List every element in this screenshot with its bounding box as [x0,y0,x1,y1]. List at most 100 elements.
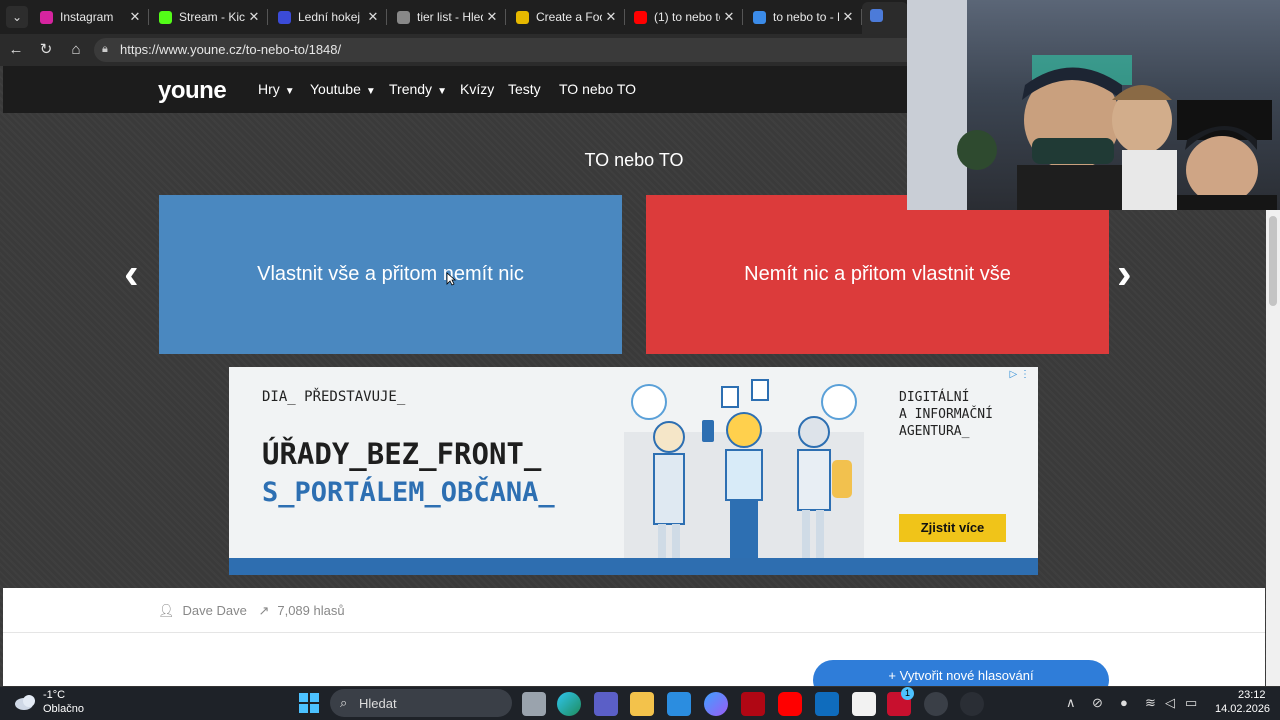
edge-browser-icon[interactable] [557,692,581,716]
tab-title: Lední hokej mu [298,10,364,24]
chevron-down-icon: ▼ [437,86,447,97]
clock-time[interactable]: 23:12 [1238,689,1266,701]
address-bar[interactable]: 🔒︎ https://www.youne.cz/to-nebo-to/1848/ [94,38,924,62]
ad-cta-button[interactable]: Zjistit více [899,514,1006,542]
tab-favicon-icon [278,11,291,24]
tab-separator [386,9,387,25]
ad-subheadline: S_PORTÁLEM_OBČANA_ [262,477,555,508]
browser-tab[interactable]: Instagram ✕ [32,4,146,30]
nav-item-hry[interactable]: Hry ▼ [258,81,295,97]
reload-icon[interactable]: ↻ [35,39,57,61]
next-arrow-icon[interactable]: › [1117,252,1132,296]
user-icon: 👤︎ [158,603,175,618]
windows-taskbar: -1°C Oblačno ⌕ Hledat 1 ∧ ⊘ ● ≋ ◁ ▭ 23:1… [0,686,1280,720]
taskbar-search-box[interactable]: ⌕ Hledat [330,689,512,717]
browser-tab[interactable]: to nebo to - Hle✕ [745,4,859,30]
ad-illustration [624,379,864,572]
battery-icon[interactable]: ▭ [1185,695,1197,711]
ad-bottom-stripe [229,558,1038,575]
back-icon[interactable]: ← [5,39,27,61]
nav-item-to-nebo-to[interactable]: TO nebo TO [559,81,636,97]
wifi-icon[interactable]: ≋ [1145,695,1156,711]
tab-favicon-icon [40,11,53,24]
home-icon[interactable]: ⌂ [65,39,87,61]
close-tab-icon[interactable]: ✕ [722,4,736,30]
ad-choices-icon[interactable]: ▷ ⋮ [1010,369,1030,380]
nav-item-kvizy[interactable]: Kvízy [460,81,494,97]
browser-tab[interactable]: To n [862,2,908,34]
livesport-icon[interactable]: 1 [887,687,914,716]
close-tab-icon[interactable]: ✕ [485,4,499,30]
volume-icon[interactable]: ◁ [1165,695,1175,711]
task-view-icon[interactable] [522,692,546,716]
clock-date[interactable]: 14.02.2026 [1215,703,1270,715]
nav-item-trendy[interactable]: Trendy ▼ [389,81,447,97]
mouse-cursor-icon [446,272,456,286]
chevron-up-icon[interactable]: ∧ [1066,695,1076,711]
address-url[interactable]: https://www.youne.cz/to-nebo-to/1848/ [120,42,341,57]
microphone-icon[interactable]: ● [1120,695,1128,710]
close-tab-icon[interactable]: ✕ [604,4,618,30]
tab-title: tier list - Hledat [417,10,483,24]
tab-favicon-icon [159,11,172,24]
option-right-label: Nemít nic a přitom vlastnit vše [744,263,1011,285]
nav-item-youtube[interactable]: Youtube ▼ [310,81,376,97]
webcam-video [907,0,1277,210]
weather-temperature[interactable]: -1°C [43,689,65,701]
tab-favicon-icon [516,11,529,24]
close-tab-icon[interactable]: ✕ [366,4,380,30]
scrollbar-thumb[interactable] [1269,216,1277,306]
file-explorer-icon[interactable] [630,692,654,716]
trending-icon: ↗ [258,603,270,618]
tab-separator [624,9,625,25]
cloud-icon[interactable] [14,693,38,711]
outlook-icon[interactable] [815,692,839,716]
option-right-button[interactable]: Nemít nic a přitom vlastnit vše [646,195,1109,354]
nav-item-testy[interactable]: Testy [508,81,541,97]
copilot-icon[interactable] [704,692,728,716]
wikipedia-icon[interactable] [852,692,876,716]
tab-separator [267,9,268,25]
browser-tab[interactable]: Stream - Kick D✕ [151,4,265,30]
poll-author[interactable]: Dave Dave [183,603,247,618]
microsoft-store-icon[interactable] [667,692,691,716]
browser-tab[interactable]: tier list - Hledat✕ [389,4,503,30]
tab-title: Stream - Kick D [179,10,245,24]
tab-separator [148,9,149,25]
close-tab-icon[interactable]: ✕ [247,4,261,30]
browser-tab[interactable]: Lední hokej mu✕ [270,4,384,30]
start-windows-icon[interactable] [298,692,320,714]
weather-description[interactable]: Oblačno [43,703,84,715]
poll-info-section: 👤︎ Dave Dave ↗ 7,089 hlasů + Vytvořit nové… [3,588,1265,686]
tab-title: Create a Footba [536,10,602,24]
advertisement-banner[interactable]: DIA_ PŘEDSTAVUJE_ ÚŘADY_BEZ_FRONT_ S_POR… [229,367,1038,575]
chevron-down-icon: ▼ [365,86,376,97]
app-icon[interactable] [960,692,984,716]
plus-icon: + [888,668,900,683]
poll-meta: 👤︎ Dave Dave ↗ 7,089 hlasů [158,603,353,619]
previous-arrow-icon[interactable]: ‹ [124,252,139,296]
youtube-icon[interactable] [778,692,802,716]
obs-icon[interactable] [924,692,948,716]
tab-favicon-icon [870,9,883,22]
site-logo[interactable]: youne [158,77,227,105]
tab-actions-menu-button[interactable]: ⌄ [6,6,28,28]
webcam-overlay [907,0,1280,210]
browser-tab[interactable]: Create a Footba✕ [508,4,622,30]
search-icon: ⌕ [340,695,348,710]
option-left-button[interactable]: Vlastnit vše a přitom nemít nic [159,195,622,354]
tab-favicon-icon [753,11,766,24]
chevron-down-icon: ▼ [284,86,295,97]
teams-icon[interactable] [594,692,618,716]
lock-icon: 🔒︎ [102,43,108,55]
tab-title: (1) to nebo to - [654,10,720,24]
poll-votes: 7,089 hlasů [277,603,345,618]
close-tab-icon[interactable]: ✕ [128,4,142,30]
ad-agency-name: DIGITÁLNÍ A INFORMAČNÍ AGENTURA_ [899,390,993,439]
close-tab-icon[interactable]: ✕ [841,4,855,30]
browser-tab[interactable]: (1) to nebo to -✕ [626,4,740,30]
notifications-off-icon[interactable]: ⊘ [1092,695,1103,711]
tab-favicon-icon [634,11,647,24]
netflix-icon[interactable] [741,692,765,716]
create-poll-button[interactable]: + Vytvořit nové hlasování [813,660,1109,686]
